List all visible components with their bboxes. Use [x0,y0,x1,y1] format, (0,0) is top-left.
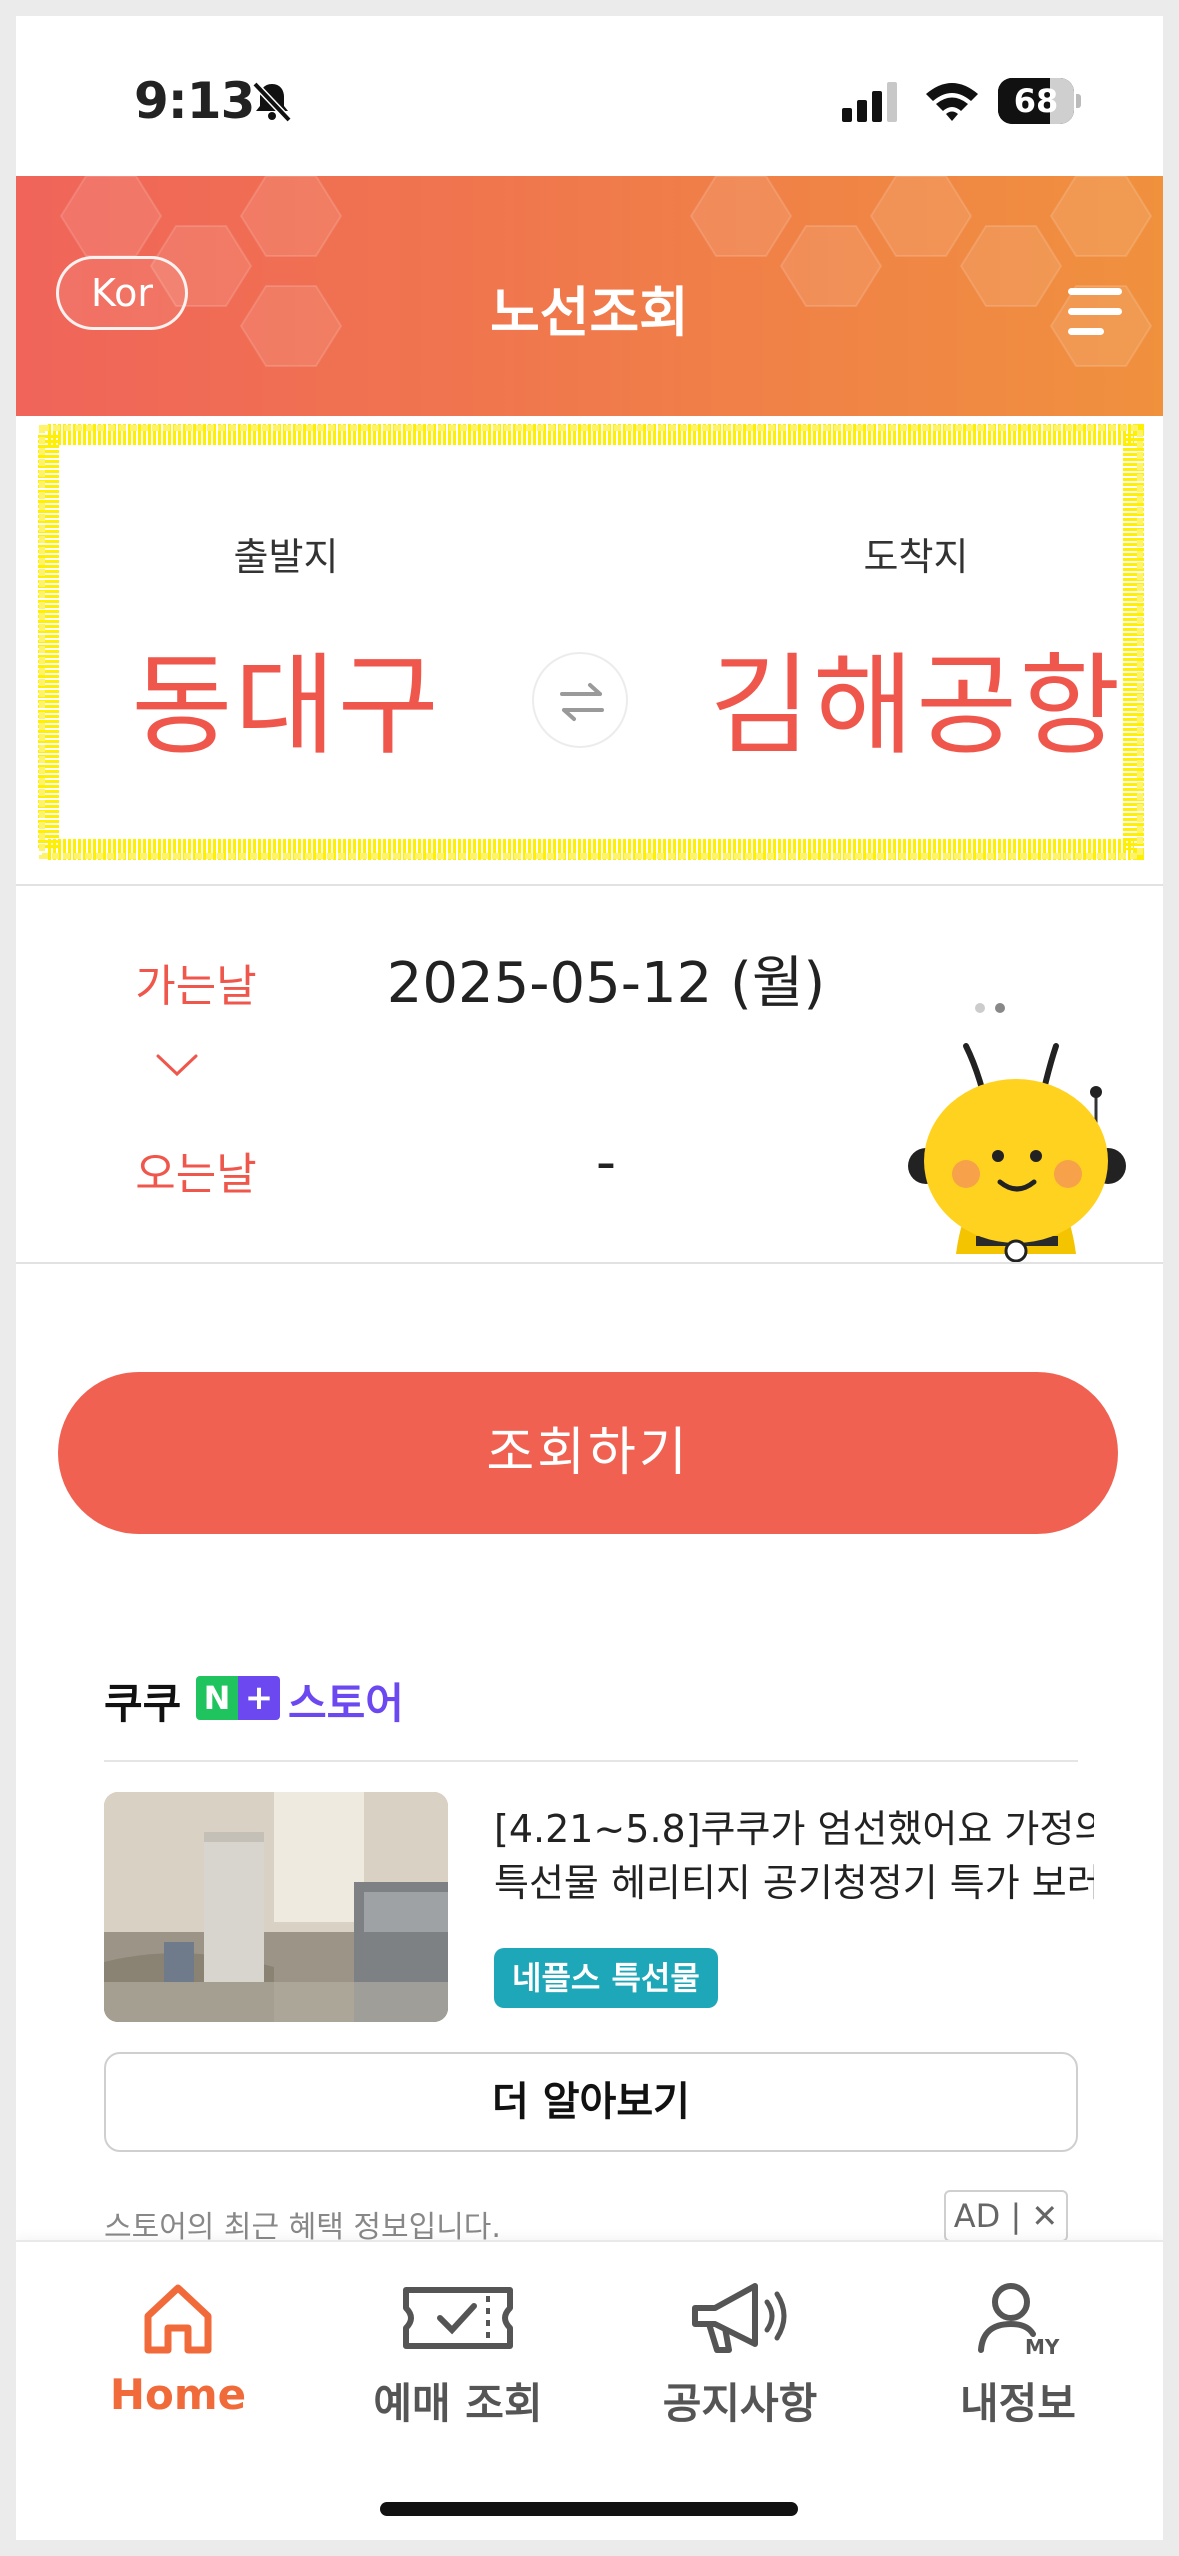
go-date-label: 가는날 [135,961,257,1012]
route-selector: 출발지 도착지 동대구 김해공항 [16,416,1163,886]
wifi-icon [926,83,978,121]
nav-my-info[interactable]: MY 내정보 [888,2278,1148,2468]
home-icon [144,2284,212,2354]
megaphone-icon [692,2283,787,2353]
ad-description[interactable]: [4.21~5.8]쿠쿠가 엄선했어요 가정의달 특선물 헤리티지 공기청정기 … [494,1802,1094,1910]
divider [104,1760,1078,1762]
ad-tag: 네플스 특선물 [494,1948,718,2008]
ad-brand: 쿠쿠 [104,1679,182,1728]
departure-station[interactable]: 동대구 [76,616,496,776]
air-purifier-image [104,1792,448,2022]
header-bar: Kor 노선조회 [16,176,1163,416]
ad-text-line1: [4.21~5.8]쿠쿠가 엄선했어요 가정의달 [494,1807,1094,1851]
nav-my-info-label: 내정보 [960,2379,1076,2428]
svg-text:MY: MY [1025,2335,1060,2358]
app-screen: 9:13 68 Kor 노선조회 출발지 도착지 동대구 김해공항 가는날 20… [16,16,1163,2540]
search-button[interactable]: 조회하기 [58,1372,1118,1534]
naver-plus-badge: N + [196,1676,284,1720]
return-date-value[interactable]: - [316,1130,896,1195]
chevron-down-icon [156,1054,198,1077]
battery-icon: 68 [998,78,1081,124]
bell-muted-icon [252,81,292,123]
swap-route-button[interactable] [532,652,628,748]
nav-notice-label: 공지사항 [662,2379,818,2428]
divider [16,1262,1163,1264]
ad-badge-n: N [196,1676,238,1720]
menu-icon[interactable] [1066,286,1124,338]
bottom-navigation: Home 예매 조회 공지사항 MY 내정보 [16,2240,1163,2540]
departure-label: 출발지 [233,535,339,579]
signal-icon [842,82,897,122]
ad-badge-plus: + [238,1676,280,1720]
ad-product-image[interactable] [104,1792,448,2022]
battery-level: 68 [1013,82,1059,120]
ad-close-button[interactable]: AD | ✕ [944,2190,1068,2242]
home-indicator [380,2502,798,2516]
divider [16,884,1163,886]
go-date-value[interactable]: 2025-05-12 (월) [316,938,896,1019]
swap-icon [560,683,604,721]
nav-notice[interactable]: 공지사항 [610,2278,870,2468]
arrival-station[interactable]: 김해공항 [706,616,1126,776]
user-icon: MY [978,2283,1060,2358]
arrival-label: 도착지 [863,535,969,579]
nav-reservation[interactable]: 예매 조회 [328,2278,588,2468]
nav-reservation-label: 예매 조회 [373,2379,543,2428]
nav-home[interactable]: Home [48,2278,308,2468]
status-bar: 9:13 68 [16,16,1163,176]
ticket-icon [403,2287,513,2349]
ad-store-label: 스토어 [288,1679,404,1728]
nav-home-label: Home [109,2370,247,2419]
learn-more-button[interactable]: 더 알아보기 [104,2052,1078,2152]
page-title: 노선조회 [490,281,689,344]
mascot-bee-icon [908,1003,1126,1263]
status-time: 9:13 [134,72,255,130]
return-date-label: 오는날 [135,1149,257,1200]
ad-text-line2: 특선물 헤리티지 공기청정기 특가 보러… [494,1861,1094,1905]
